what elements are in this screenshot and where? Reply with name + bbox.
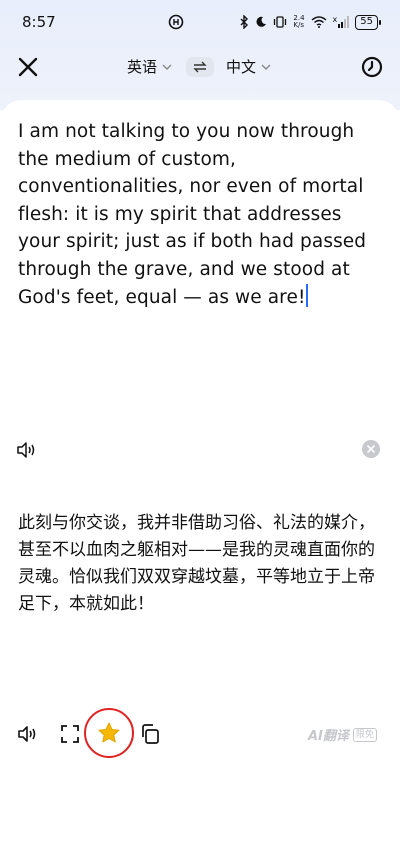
signal-icon: x — [333, 16, 350, 28]
target-language-selector[interactable]: 中文 — [226, 56, 272, 77]
status-time: 8:57 — [22, 13, 56, 31]
wifi-icon — [311, 16, 326, 28]
network-speed-unit: K/s — [293, 21, 304, 29]
vibrate-icon — [274, 16, 287, 28]
swap-icon — [193, 61, 207, 73]
source-language-label: 英语 — [127, 58, 158, 76]
fullscreen-icon[interactable] — [58, 722, 82, 746]
brand-label: AI翻译 — [308, 729, 349, 744]
chevron-down-icon — [261, 64, 271, 70]
speaker-icon[interactable] — [16, 722, 40, 746]
close-icon[interactable] — [16, 55, 40, 79]
chevron-down-icon — [162, 64, 172, 70]
signal-label: x — [332, 15, 338, 24]
source-text-content: I am not talking to you now through the … — [18, 121, 367, 308]
brand-tag: 限免 — [352, 727, 377, 742]
target-language-label: 中文 — [226, 58, 257, 76]
app-status-icon — [168, 14, 184, 30]
top-bar: 英语 中文 — [0, 44, 400, 90]
close-icon — [367, 445, 375, 453]
battery-level: 55 — [360, 16, 373, 27]
highlight-circle — [84, 708, 134, 758]
moon-icon — [256, 16, 267, 27]
history-clock-icon[interactable] — [360, 55, 384, 79]
copy-icon[interactable] — [138, 722, 162, 746]
source-text-input[interactable]: I am not talking to you now through the … — [18, 118, 380, 311]
bluetooth-icon — [240, 15, 249, 29]
speaker-icon[interactable] — [16, 440, 38, 460]
swap-languages-button[interactable] — [186, 57, 214, 77]
source-language-selector[interactable]: 英语 — [127, 56, 173, 77]
ai-translate-brand: AI翻译 限免 — [308, 725, 377, 744]
network-speed: 2.4 K/s — [293, 15, 304, 29]
battery-indicator: 55 — [355, 14, 381, 30]
status-bar: 8:57 2.4 K/s x 55 — [0, 0, 400, 44]
clear-input-button[interactable] — [362, 440, 380, 458]
text-caret — [306, 283, 309, 307]
translation-output: 此刻与你交谈，我并非借助习俗、礼法的媒介，甚至不以血肉之躯相对——是我的灵魂直面… — [18, 513, 375, 614]
status-icons: 2.4 K/s x 55 — [240, 14, 381, 30]
translation-card: I am not talking to you now through the … — [0, 100, 400, 867]
